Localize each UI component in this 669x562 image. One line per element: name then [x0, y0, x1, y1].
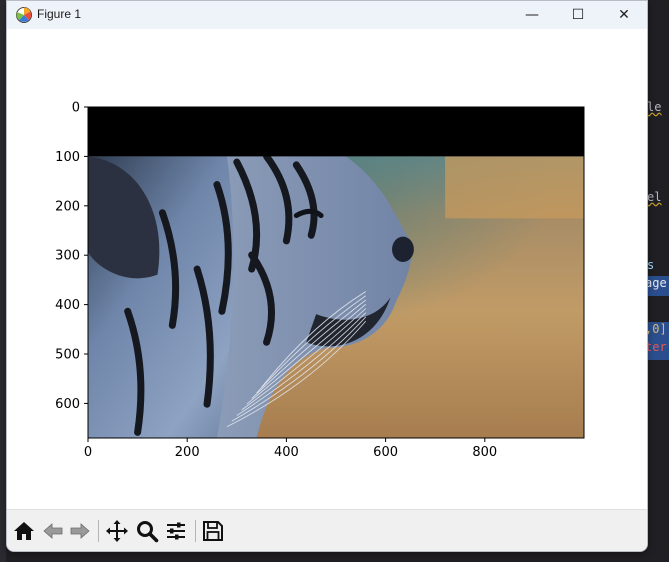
editor-text-fragment: el	[647, 190, 662, 204]
navigation-toolbar	[7, 509, 647, 551]
y-tick-label: 600	[55, 397, 80, 412]
y-tick-label: 200	[55, 199, 80, 214]
editor-text-fragment: ,0]	[645, 322, 669, 340]
zoom-button[interactable]	[134, 518, 160, 544]
image-black-band	[88, 107, 584, 157]
editor-text-fragment: s	[647, 258, 655, 272]
window-title: Figure 1	[37, 7, 82, 21]
move-icon	[106, 520, 128, 542]
close-button[interactable]: ✕	[601, 1, 647, 29]
sliders-icon	[167, 522, 185, 540]
editor-text-fragment: ter	[645, 340, 669, 360]
arrow-right-icon	[70, 523, 90, 539]
configure-subplots-button[interactable]	[163, 518, 189, 544]
matplotlib-app-icon	[15, 6, 33, 24]
maximize-button[interactable]: ☐	[555, 1, 601, 29]
zoom-icon	[137, 521, 159, 543]
pan-button[interactable]	[104, 518, 130, 544]
maximize-icon: ☐	[571, 7, 585, 23]
save-icon	[203, 521, 223, 541]
minimize-icon: —	[525, 7, 539, 23]
forward-button[interactable]	[67, 518, 93, 544]
home-icon	[14, 522, 34, 540]
figure-window: Figure 1 — ☐ ✕ 0 200 400 600 800 0 100 2…	[6, 0, 648, 552]
y-tick-label: 100	[55, 150, 80, 165]
x-tick-label: 200	[175, 445, 200, 460]
arrow-left-icon	[43, 523, 63, 539]
image-background-bokeh	[445, 156, 584, 219]
y-tick-label: 0	[72, 101, 80, 116]
editor-text-fragment: age	[645, 276, 669, 296]
editor-text-fragment: le	[647, 100, 662, 114]
tiger-nose	[392, 236, 414, 263]
close-icon: ✕	[618, 7, 630, 23]
save-button[interactable]	[200, 518, 226, 544]
toolbar-separator	[195, 520, 196, 542]
x-tick-label: 400	[274, 445, 299, 460]
home-button[interactable]	[11, 518, 37, 544]
y-tick-label: 300	[55, 249, 80, 264]
figure-canvas[interactable]: 0 200 400 600 800 0 100 200 300 400 500 600	[7, 29, 647, 509]
x-tick-label: 600	[373, 445, 398, 460]
y-tick-label: 500	[55, 348, 80, 363]
title-bar[interactable]: Figure 1 — ☐ ✕	[7, 1, 647, 29]
toolbar-separator	[98, 520, 99, 542]
x-tick-label: 800	[472, 445, 497, 460]
x-tick-label: 0	[84, 445, 92, 460]
back-button[interactable]	[40, 518, 66, 544]
plot-svg: 0 200 400 600 800 0 100 200 300 400 500 600	[55, 101, 585, 460]
y-tick-label: 400	[55, 298, 80, 313]
minimize-button[interactable]: —	[509, 1, 555, 29]
